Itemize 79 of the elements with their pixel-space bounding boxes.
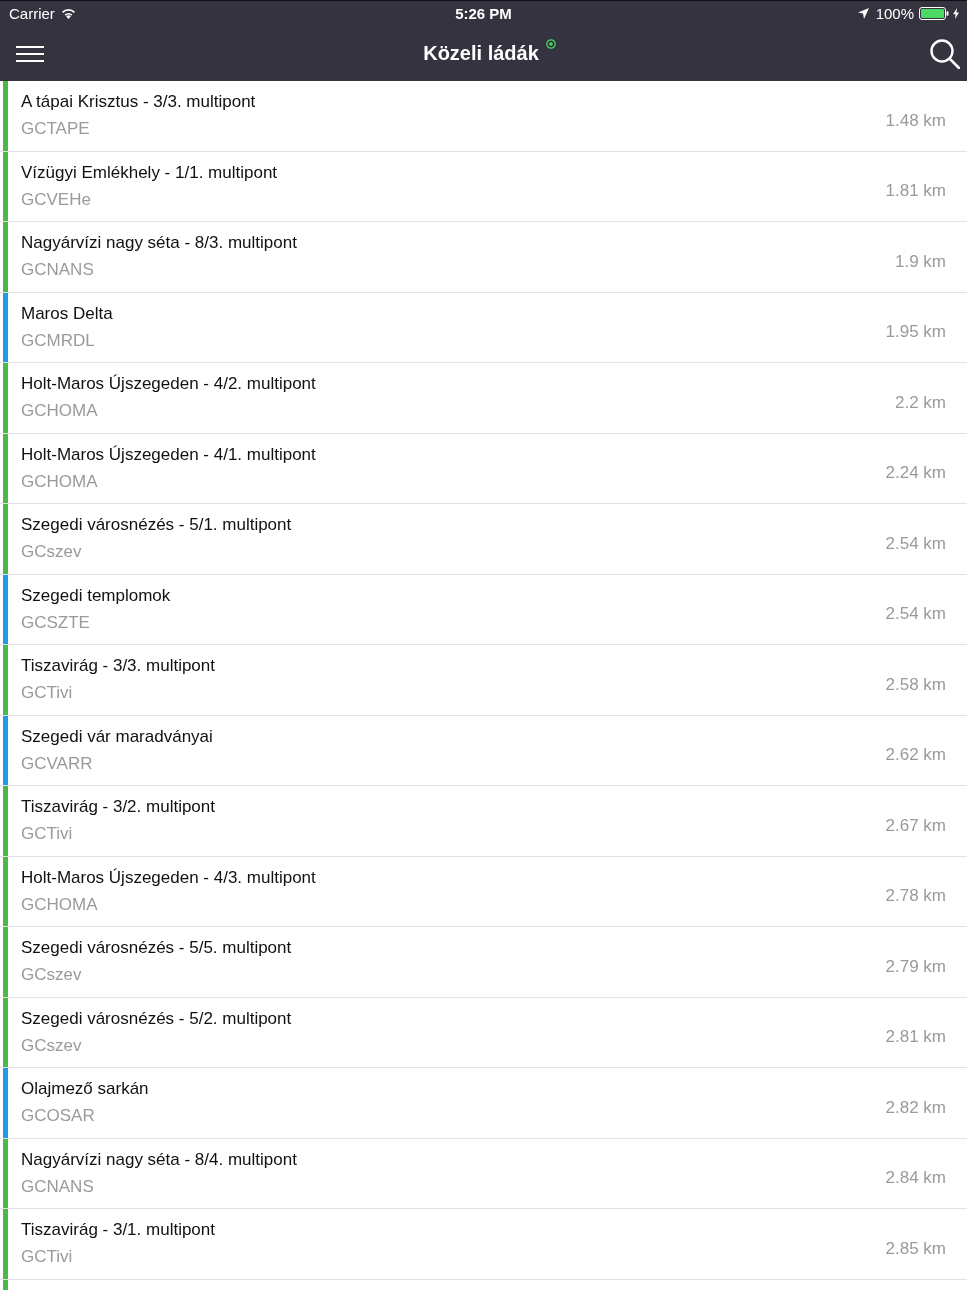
menu-icon[interactable] [16, 45, 44, 62]
wifi-icon [60, 8, 76, 19]
screen-title: Közeli ládák [423, 42, 539, 65]
cache-name: Holt-Maros Újszegeden - 4/1. multipont [21, 443, 317, 466]
cache-distance: 2.54 km [885, 604, 946, 625]
cache-row[interactable]: Holt-Maros Újszegeden - 4/1. multipont GCHOMA 2.24 km [0, 433, 967, 504]
cache-row[interactable]: Szegedi városnézés - 5/2. multipont GCszev 2.81 km [0, 997, 967, 1068]
cache-row[interactable]: Tiszavirág - 3/3. multipont GCTivi 2.58 km [0, 645, 967, 716]
cache-code: GCTivi [21, 1246, 74, 1268]
cache-row[interactable]: Szegedi templomok GCSZTE 2.54 km [0, 574, 967, 645]
cache-name: Szegedi templomok [21, 584, 172, 607]
cache-distance: 2.82 km [885, 1097, 946, 1118]
cache-row[interactable]: Nagyárvízi nagy séta - 8/3. multipont GCNANS 1.9 km [0, 222, 967, 293]
cache-row[interactable]: Nagyárvízi nagy séta - 8/4. multipont GCNANS 2.84 km [0, 1138, 967, 1209]
cache-name: Olajmező sarkán [21, 1078, 150, 1100]
cache-code: GCHOMA [21, 400, 99, 422]
cache-code: GCTivi [21, 682, 74, 704]
cache-code: GCszev [21, 964, 83, 986]
cache-name: Holt-Maros Újszegeden - 4/3. multipont [21, 866, 317, 889]
cache-row[interactable]: Maros Delta GCMRDL 1.95 km [0, 292, 967, 363]
cache-name: Tiszavirág - 3/2. multipont [21, 796, 216, 818]
cache-name: Szegedi vár maradványai [21, 725, 214, 748]
cache-distance: 1.9 km [894, 251, 946, 272]
cache-code: GCTivi [21, 823, 74, 845]
clock-time: 5:26 PM [455, 5, 512, 22]
cache-code: GCNANS [21, 1175, 95, 1198]
cache-row[interactable]: Szegedi vár maradványai GCVARR 2.62 km [0, 715, 967, 786]
cache-code: GCHOMA [21, 470, 99, 493]
cache-distance: 2.54 km [885, 533, 946, 554]
cache-row[interactable]: Olajmező sarkán GCOSAR 2.82 km [0, 1068, 967, 1139]
cache-code: GCVARR [21, 752, 94, 775]
cache-name: Nagyárvízi nagy séta - 8/4. multipont [21, 1148, 298, 1171]
cache-distance: 1.81 km [885, 181, 946, 202]
cache-code: GCNANS [21, 259, 95, 281]
cache-code: GCSZTE [21, 611, 91, 634]
cache-row[interactable]: Szegedi városnézés - 5/1. multipont GCszev 2.54 km [0, 504, 967, 575]
cache-distance: 2.81 km [885, 1027, 946, 1048]
cache-distance: 2.79 km [885, 956, 946, 977]
cache-row[interactable]: Tiszavirág - 3/2. multipont GCTivi 2.67 km [0, 786, 967, 857]
cache-row[interactable]: Tiszavirág - 3/1. multipont GCTivi 2.85 km [0, 1209, 967, 1280]
cache-name: Tiszavirág - 3/1. multipont [21, 1219, 216, 1241]
charging-bolt-icon [953, 8, 959, 19]
cache-row[interactable]: A tápai Krisztus - 3/3. multipont GCTAPE 1.48 km [0, 81, 967, 152]
cache-code: GCVEHe [21, 188, 92, 211]
cache-distance: 2.62 km [885, 745, 946, 766]
cache-distance: 1.95 km [885, 322, 946, 343]
cache-distance: 2.58 km [885, 674, 946, 695]
location-arrow-icon [857, 8, 869, 19]
battery-icon [919, 7, 949, 20]
cache-name: Szegedi városnézés - 5/2. multipont [21, 1007, 293, 1030]
cache-code: GCMRDL [21, 329, 96, 352]
cache-name: Holt-Maros Újszegeden - 4/2. multipont [21, 373, 317, 395]
cache-row[interactable]: Vízügyi Emlékhely - 1/1. multipont GCVEHe 1.81 km [0, 151, 967, 222]
cache-name: Nagyárvízi nagy séta - 8/3. multipont [21, 232, 298, 254]
cache-name: Tiszavirág - 3/3. multipont [21, 655, 216, 677]
cache-name: Szegedi városnézés - 5/1. multipont [21, 514, 293, 536]
battery-percent: 100% [875, 5, 914, 22]
cache-code: GCszev [21, 541, 83, 563]
cache-row[interactable]: Holt-Maros Újszegeden - 4/2. multipont GCHOMA 2.2 km [0, 363, 967, 434]
cache-name: Szegedi városnézés - 5/5. multipont [21, 937, 293, 959]
search-icon[interactable] [930, 38, 960, 69]
target-icon [545, 39, 556, 49]
cache-distance: 2.24 km [885, 463, 946, 484]
cache-code: GCOSAR [21, 1105, 96, 1127]
cache-code: GCszev [21, 1034, 83, 1057]
cache-name: Maros Delta [21, 302, 114, 325]
carrier-label: Carrier [9, 5, 55, 22]
cache-distance: 2.84 km [885, 1168, 946, 1189]
cache-distance: 2.85 km [885, 1238, 946, 1259]
cache-distance: 2.78 km [885, 886, 946, 907]
cache-distance: 1.48 km [885, 110, 946, 131]
cache-name: A tápai Krisztus - 3/3. multipont [21, 91, 257, 113]
cache-name: Vízügyi Emlékhely - 1/1. multipont [21, 161, 279, 184]
cache-distance: 2.67 km [885, 815, 946, 836]
cache-code: GCHOMA [21, 893, 99, 916]
cache-row[interactable]: Szegedi városnézés - 5/5. multipont GCszev 2.79 km [0, 927, 967, 998]
cache-code: GCTAPE [21, 118, 91, 140]
cache-row[interactable]: Holt-Maros Újszegeden - 4/3. multipont GCHOMA 2.78 km [0, 856, 967, 927]
cache-distance: 2.2 km [894, 392, 946, 413]
